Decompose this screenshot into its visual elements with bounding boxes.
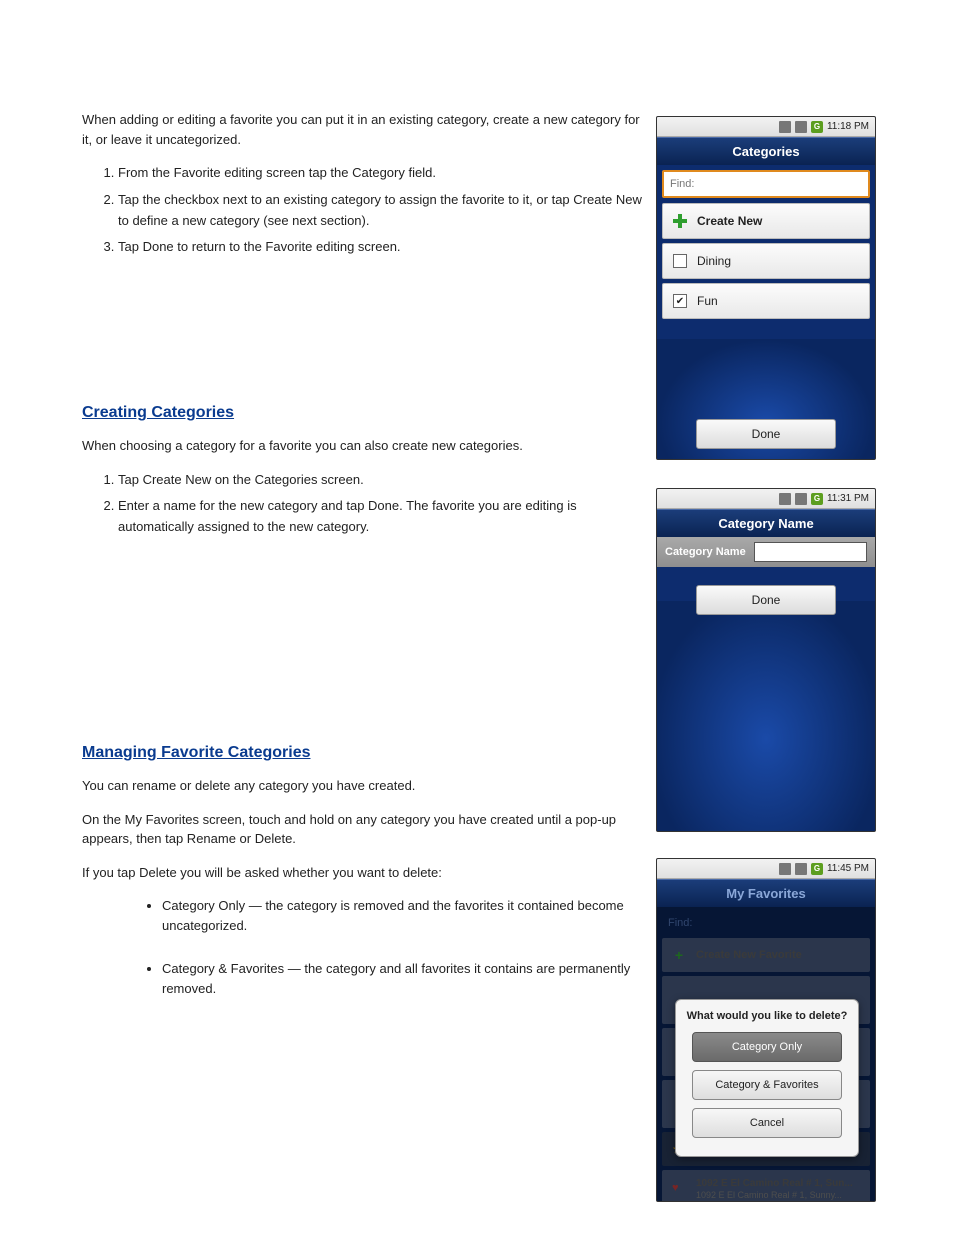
status-time: 11:31 PM bbox=[827, 493, 869, 504]
plus-icon bbox=[673, 214, 687, 228]
status-time: 11:18 PM bbox=[827, 121, 869, 132]
signal-icon bbox=[795, 121, 807, 133]
bullet: Category & Favorites — the category and … bbox=[162, 959, 642, 998]
steps-list: Tap Create New on the Categories screen.… bbox=[118, 470, 642, 538]
section-heading: Creating Categories bbox=[82, 404, 642, 422]
category-name-input[interactable] bbox=[754, 542, 867, 562]
battery-icon: G bbox=[811, 863, 823, 875]
title-text: Category Name bbox=[718, 516, 813, 531]
category-label: Fun bbox=[697, 294, 718, 308]
button-label: Category & Favorites bbox=[715, 1079, 818, 1091]
category-only-button[interactable]: Category Only bbox=[692, 1032, 842, 1062]
battery-icon: G bbox=[811, 493, 823, 505]
create-new-label: Create New bbox=[697, 214, 762, 228]
done-button[interactable]: Done bbox=[696, 419, 836, 449]
signal-icon bbox=[795, 493, 807, 505]
para: You can rename or delete any category yo… bbox=[82, 776, 642, 796]
field-label: Category Name bbox=[665, 546, 746, 558]
category-label: Dining bbox=[697, 254, 731, 268]
status-time: 11:45 PM bbox=[827, 863, 869, 874]
find-placeholder: Find: bbox=[670, 178, 694, 190]
signal-icon bbox=[795, 863, 807, 875]
step: Tap the checkbox next to an existing cat… bbox=[118, 190, 642, 232]
screenshot-delete-dialog: G 11:45 PM My Favorites Find: + Create N… bbox=[656, 858, 876, 1202]
steps-list: From the Favorite editing screen tap the… bbox=[118, 163, 642, 258]
step: From the Favorite editing screen tap the… bbox=[118, 163, 642, 184]
background-fill bbox=[657, 601, 875, 831]
category-row-dining[interactable]: Dining bbox=[662, 243, 870, 279]
bullet: Category Only — the category is removed … bbox=[162, 896, 642, 935]
category-row-fun[interactable]: ✔ Fun bbox=[662, 283, 870, 319]
screenshot-categories: G 11:18 PM Categories Find: Create New D… bbox=[656, 116, 876, 460]
category-and-favorites-button[interactable]: Category & Favorites bbox=[692, 1070, 842, 1100]
find-input[interactable]: Find: bbox=[662, 170, 870, 198]
network-3g-icon bbox=[779, 493, 791, 505]
done-label: Done bbox=[752, 427, 781, 441]
step: Tap Done to return to the Favorite editi… bbox=[118, 237, 642, 258]
done-label: Done bbox=[752, 593, 781, 607]
delete-dialog: What would you like to delete? Category … bbox=[675, 999, 859, 1157]
category-name-row: Category Name bbox=[657, 537, 875, 567]
bullet-list: Category Only — the category is removed … bbox=[162, 896, 642, 998]
battery-icon: G bbox=[811, 121, 823, 133]
status-bar: G 11:31 PM bbox=[657, 489, 875, 509]
para: When adding or editing a favorite you ca… bbox=[82, 110, 642, 149]
status-bar: G 11:45 PM bbox=[657, 859, 875, 879]
status-bar: G 11:18 PM bbox=[657, 117, 875, 137]
section-managing-categories: Managing Favorite Categories You can ren… bbox=[82, 744, 642, 998]
button-label: Cancel bbox=[750, 1117, 784, 1129]
create-new-row[interactable]: Create New bbox=[662, 203, 870, 239]
button-label: Category Only bbox=[732, 1041, 802, 1053]
checkbox-unchecked-icon[interactable] bbox=[673, 254, 687, 268]
para: On the My Favorites screen, touch and ho… bbox=[82, 810, 642, 849]
content-area: Find: + Create New Favorite ★ (1 favorit… bbox=[657, 907, 875, 1201]
para: If you tap Delete you will be asked whet… bbox=[82, 863, 642, 883]
section-creating-categories: Creating Categories When choosing a cate… bbox=[82, 404, 642, 538]
done-button[interactable]: Done bbox=[696, 585, 836, 615]
content-area: Category Name Done bbox=[657, 537, 875, 831]
section-assign-category: When adding or editing a favorite you ca… bbox=[82, 110, 642, 258]
dialog-title: What would you like to delete? bbox=[684, 1010, 850, 1022]
step: Enter a name for the new category and ta… bbox=[118, 496, 642, 538]
section-heading: Managing Favorite Categories bbox=[82, 744, 642, 762]
screen-title: Category Name bbox=[657, 509, 875, 537]
network-3g-icon bbox=[779, 863, 791, 875]
checkbox-checked-icon[interactable]: ✔ bbox=[673, 294, 687, 308]
title-text: My Favorites bbox=[726, 886, 805, 901]
screen-title: Categories bbox=[657, 137, 875, 165]
title-text: Categories bbox=[732, 144, 799, 159]
cancel-button[interactable]: Cancel bbox=[692, 1108, 842, 1138]
step: Tap Create New on the Categories screen. bbox=[118, 470, 642, 491]
para: When choosing a category for a favorite … bbox=[82, 436, 642, 456]
network-3g-icon bbox=[779, 121, 791, 133]
content-area: Find: Create New Dining ✔ Fun Done bbox=[657, 165, 875, 459]
screen-title: My Favorites bbox=[657, 879, 875, 907]
document-text-column: When adding or editing a favorite you ca… bbox=[82, 110, 642, 1034]
screenshot-category-name: G 11:31 PM Category Name Category Name D… bbox=[656, 488, 876, 832]
